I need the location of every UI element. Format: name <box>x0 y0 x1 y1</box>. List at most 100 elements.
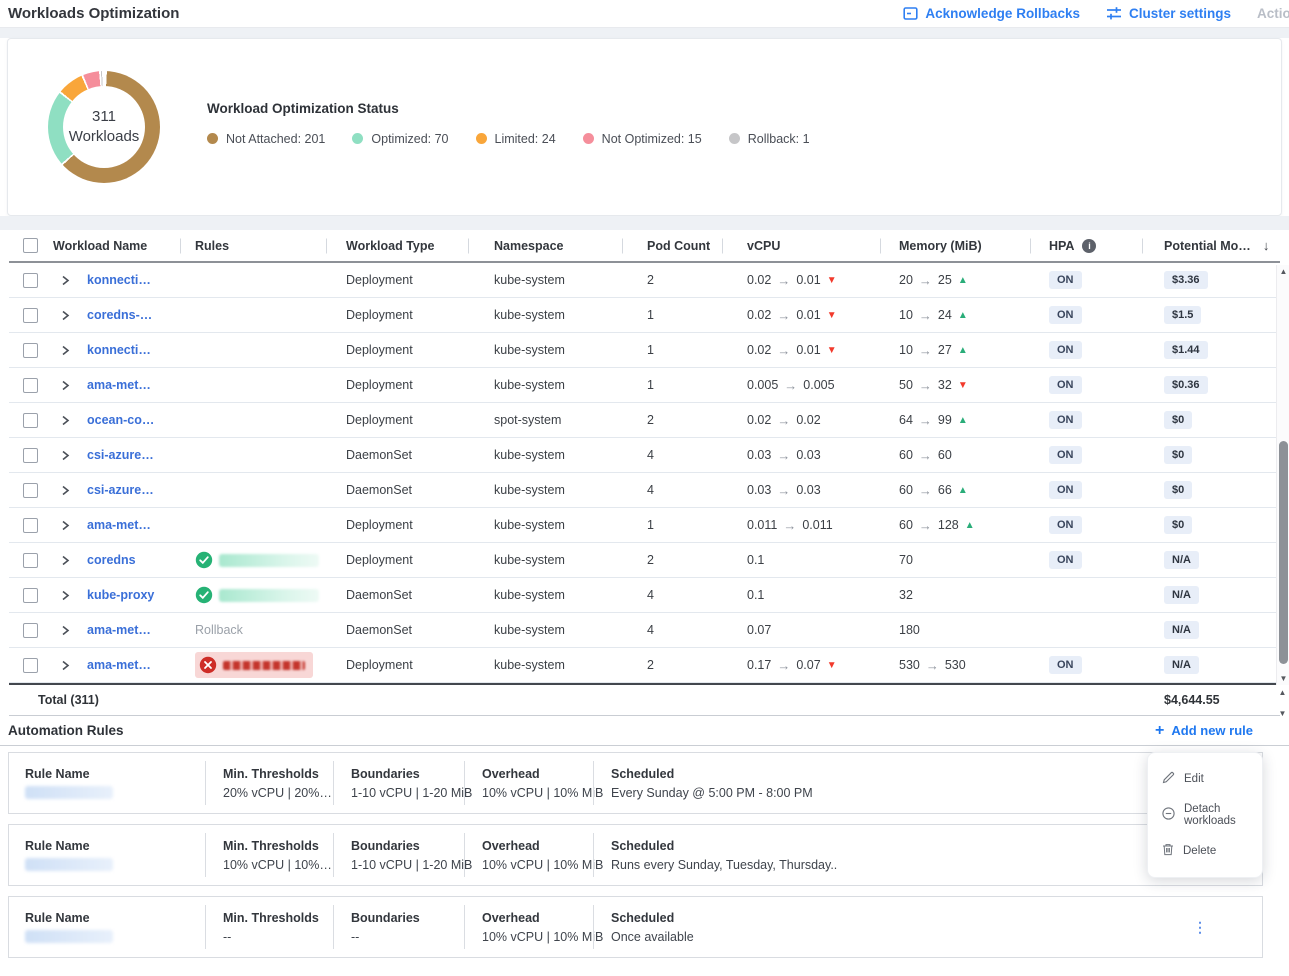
row-checkbox[interactable] <box>23 623 38 638</box>
table-scrollbar[interactable]: ▲ ▼ <box>1276 265 1289 685</box>
select-all-checkbox[interactable] <box>23 238 38 253</box>
row-checkbox[interactable] <box>23 518 38 533</box>
menu-item-edit[interactable]: Edit <box>1148 763 1262 795</box>
select-all-cell <box>9 230 45 261</box>
expand-row-button[interactable] <box>61 415 70 426</box>
row-checkbox[interactable] <box>23 658 38 673</box>
rule-name: Rule Name <box>9 903 205 951</box>
min-thresholds-label: Min. Thresholds <box>223 911 333 925</box>
expand-row-button[interactable] <box>61 660 70 671</box>
redacted-rule-name-value <box>25 786 113 799</box>
workload-name-link[interactable]: konnecti… <box>87 343 151 357</box>
workload-name-link[interactable]: ama-met… <box>87 658 151 672</box>
rule-attached-badge <box>195 586 319 604</box>
workload-name-link[interactable]: csi-azure… <box>87 448 154 462</box>
namespace-cell: kube-system <box>468 623 622 637</box>
rule-actions-kebab-button[interactable]: ⋮ <box>1190 917 1210 937</box>
vcpu-cell: 0.011→0.011 <box>722 518 880 533</box>
table-row: coredns-…Deploymentkube-system10.02→0.01… <box>9 298 1280 333</box>
row-checkbox[interactable] <box>23 378 38 393</box>
expand-row-button[interactable] <box>61 555 70 566</box>
menu-item-delete[interactable]: Delete <box>1148 835 1262 867</box>
scrollbar-down-arrow[interactable]: ▼ <box>1277 674 1289 683</box>
column-header-potential-savings[interactable]: Potential Mo…↓ <box>1142 230 1280 261</box>
expand-row-button[interactable] <box>61 380 70 391</box>
memory-cell: 60→66▲ <box>880 483 1030 498</box>
workload-name-link[interactable]: ama-met… <box>87 518 151 532</box>
sort-descending-icon[interactable]: ↓ <box>1263 238 1270 253</box>
table-header-row: Workload Name Rules Workload Type Namesp… <box>9 230 1280 263</box>
potential-savings-badge: N/A <box>1164 656 1199 674</box>
scrollbar-up-arrow[interactable]: ▲ <box>1276 688 1289 697</box>
column-header-rules[interactable]: Rules <box>180 230 326 261</box>
workload-name-link[interactable]: kube-proxy <box>87 588 154 602</box>
row-checkbox[interactable] <box>23 308 38 323</box>
workload-type-cell: Deployment <box>326 273 468 287</box>
scrollbar-thumb[interactable] <box>1279 441 1288 664</box>
table-row: csi-azure…DaemonSetkube-system40.03→0.03… <box>9 473 1280 508</box>
value-change-arrow-icon: → <box>919 273 932 288</box>
column-header-pod-count[interactable]: Pod Count <box>622 230 722 261</box>
hpa-info-icon[interactable]: i <box>1082 239 1096 253</box>
acknowledge-rollbacks-button[interactable]: Acknowledge Rollbacks <box>903 6 1080 21</box>
vcpu-cell: 0.03→0.03 <box>722 448 880 463</box>
workload-name-link[interactable]: ocean-co… <box>87 413 154 427</box>
trend-down-icon: ▼ <box>827 660 837 671</box>
expand-row-button[interactable] <box>61 625 70 636</box>
expand-row-button[interactable] <box>61 275 70 286</box>
expand-row-button[interactable] <box>61 345 70 356</box>
row-checkbox[interactable] <box>23 588 38 603</box>
acknowledge-rollbacks-label: Acknowledge Rollbacks <box>925 6 1080 21</box>
column-header-vcpu[interactable]: vCPU <box>722 230 880 261</box>
column-header-workload-name[interactable]: Workload Name <box>45 230 180 261</box>
memory-cell: 70 <box>880 553 1030 567</box>
workload-name-link[interactable]: coredns <box>87 553 136 567</box>
chevron-right-icon <box>61 310 70 321</box>
cluster-settings-button[interactable]: Cluster settings <box>1106 6 1231 21</box>
column-header-memory[interactable]: Memory (MiB) <box>880 230 1030 261</box>
rule-name-label: Rule Name <box>25 911 205 925</box>
column-header-namespace[interactable]: Namespace <box>468 230 622 261</box>
row-checkbox[interactable] <box>23 273 38 288</box>
row-checkbox[interactable] <box>23 483 38 498</box>
actions-button[interactable]: Action <box>1257 6 1289 21</box>
value-change-arrow-icon: → <box>919 308 932 323</box>
pod-count-cell: 2 <box>622 413 722 427</box>
add-new-rule-button[interactable]: + Add new rule <box>1155 723 1253 739</box>
hpa-on-badge: ON <box>1049 656 1082 674</box>
menu-item-detach-workloads[interactable]: Detach workloads <box>1148 795 1262 835</box>
legend-item: Optimized: 70 <box>352 132 448 146</box>
boundaries-label: Boundaries <box>351 767 464 781</box>
workload-name-link[interactable]: ama-met… <box>87 623 151 637</box>
expand-row-button[interactable] <box>61 310 70 321</box>
row-checkbox[interactable] <box>23 448 38 463</box>
add-new-rule-label: Add new rule <box>1171 723 1253 738</box>
row-checkbox[interactable] <box>23 413 38 428</box>
secondary-scrollbar[interactable]: ▲ ▼ <box>1276 688 1289 718</box>
row-checkbox[interactable] <box>23 343 38 358</box>
expand-row-button[interactable] <box>61 450 70 461</box>
workload-name-link[interactable]: konnecti… <box>87 273 151 287</box>
workload-name-link[interactable]: csi-azure… <box>87 483 154 497</box>
expand-row-button[interactable] <box>61 485 70 496</box>
workload-name-link[interactable]: ama-met… <box>87 378 151 392</box>
column-header-hpa[interactable]: HPAi <box>1030 230 1142 261</box>
workload-type-cell: DaemonSet <box>326 588 468 602</box>
overhead-label: Overhead <box>482 911 593 925</box>
table-row: ama-met…Deploymentkube-system20.17→0.07▼… <box>9 648 1280 683</box>
expand-row-button[interactable] <box>61 590 70 601</box>
scrollbar-up-arrow[interactable]: ▲ <box>1277 267 1289 276</box>
workload-name-link[interactable]: coredns-… <box>87 308 152 322</box>
pod-count-cell: 1 <box>622 378 722 392</box>
rule-attached-check-icon <box>195 586 213 604</box>
potential-savings-badge: N/A <box>1164 621 1199 639</box>
expand-row-button[interactable] <box>61 520 70 531</box>
chevron-right-icon <box>61 450 70 461</box>
vcpu-cell: 0.1 <box>722 553 880 567</box>
column-header-workload-type[interactable]: Workload Type <box>326 230 468 261</box>
top-bar-actions: Acknowledge Rollbacks Cluster settings A… <box>903 6 1289 21</box>
namespace-cell: kube-system <box>468 448 622 462</box>
plus-icon: + <box>1155 723 1164 739</box>
row-checkbox[interactable] <box>23 553 38 568</box>
min-thresholds-value: 20% vCPU | 20%… <box>223 786 333 800</box>
